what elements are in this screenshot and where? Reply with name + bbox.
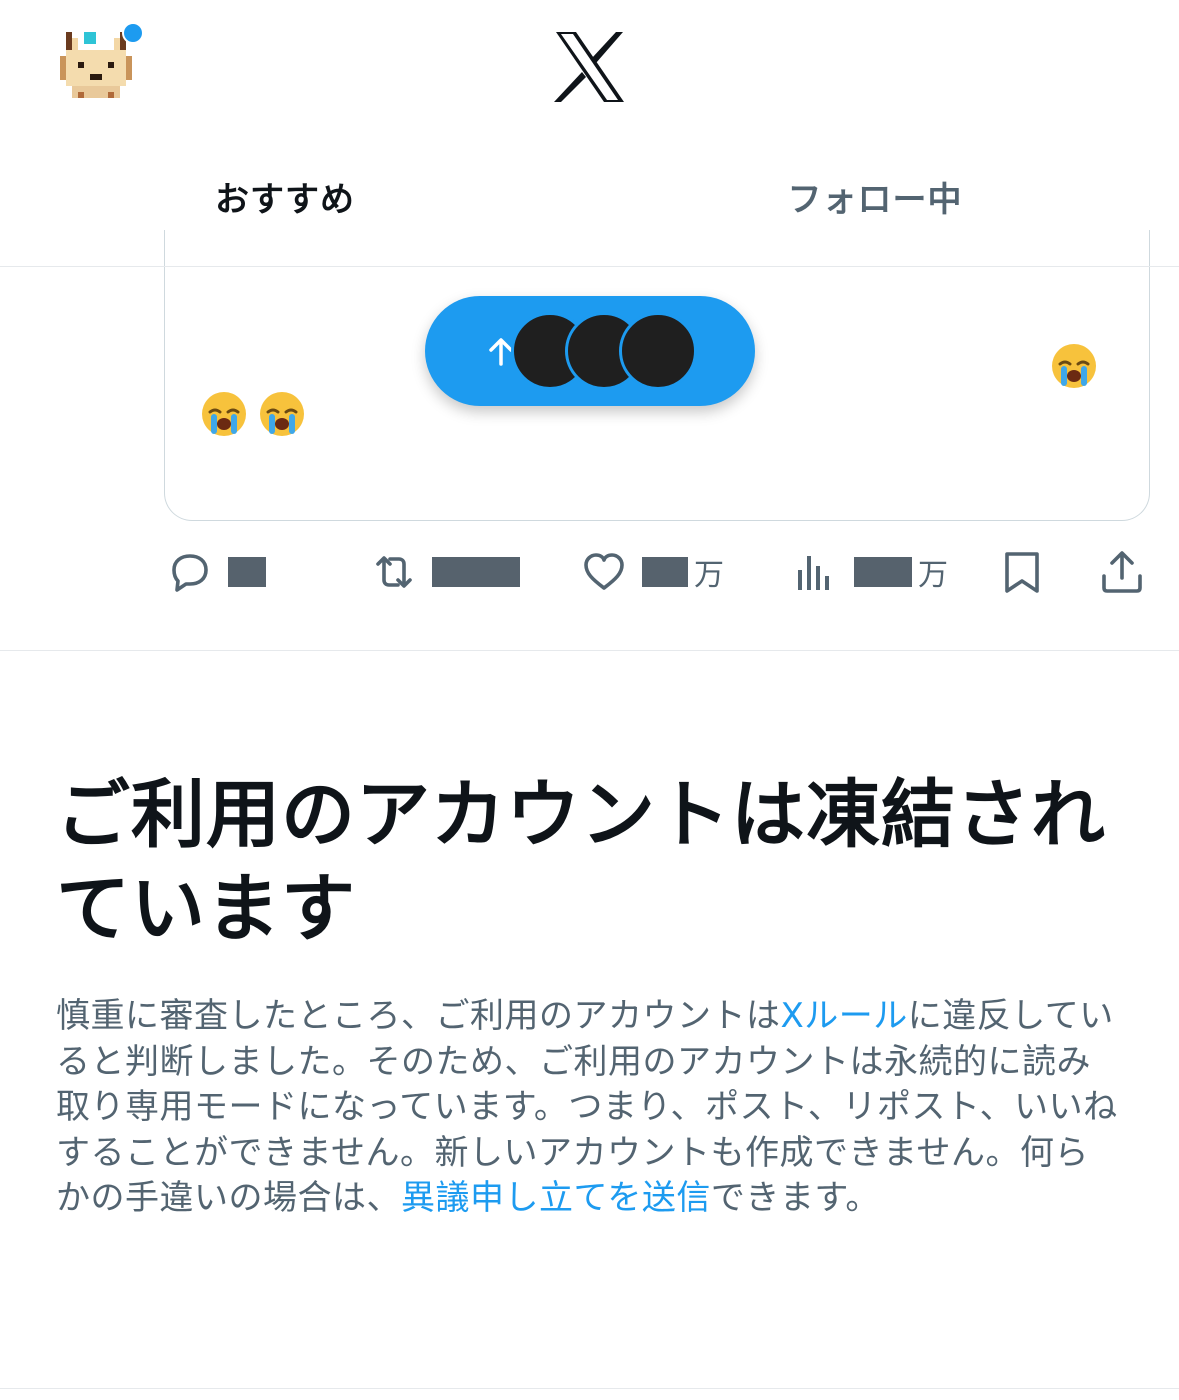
suspension-notice-body: 慎重に審査したところ、ご利用のアカウントはXルールに違反していると判断しました。… <box>56 994 1122 1222</box>
x-logo-icon[interactable] <box>552 30 628 104</box>
views-count-redacted <box>854 557 912 587</box>
suspension-notice-title: ご利用のアカウントは凍結されています <box>56 772 1106 952</box>
notice-text: 慎重に審査したところ、ご利用のアカウントは <box>56 996 781 1036</box>
header-divider <box>0 266 1179 267</box>
like-count-redacted <box>642 557 688 587</box>
new-posts-button[interactable] <box>425 296 755 406</box>
repost-button[interactable] <box>370 540 520 604</box>
like-count-unit: 万 <box>694 558 724 593</box>
x-rules-link[interactable]: Xルール <box>781 996 908 1036</box>
reply-count-redacted <box>228 557 266 587</box>
share-icon <box>1102 551 1142 593</box>
crying-face-emoji-icon <box>202 392 246 436</box>
crying-face-emoji-icon <box>1052 344 1096 388</box>
notification-dot <box>122 22 144 44</box>
new-post-author-avatar <box>619 312 697 390</box>
avatar[interactable] <box>60 32 132 104</box>
bookmark-icon <box>1005 552 1039 593</box>
post-divider <box>0 650 1179 651</box>
heart-icon <box>584 553 624 590</box>
share-button[interactable] <box>1098 540 1146 604</box>
repost-icon <box>376 556 412 588</box>
submit-appeal-link[interactable]: 異議申し立てを送信 <box>401 1178 711 1218</box>
notice-text: できます。 <box>710 1178 880 1219</box>
reply-icon <box>172 554 208 592</box>
views-button[interactable]: 万 <box>792 540 948 604</box>
reply-button[interactable] <box>166 540 266 604</box>
views-count-unit: 万 <box>918 558 948 593</box>
pixel-fox-avatar-icon <box>60 32 132 104</box>
bottom-divider <box>0 1388 1179 1389</box>
repost-count-redacted <box>432 557 520 587</box>
bookmark-button[interactable] <box>998 540 1046 604</box>
views-chart-icon <box>798 556 829 590</box>
crying-face-emoji-icon <box>260 392 304 436</box>
like-button[interactable]: 万 <box>580 540 724 604</box>
